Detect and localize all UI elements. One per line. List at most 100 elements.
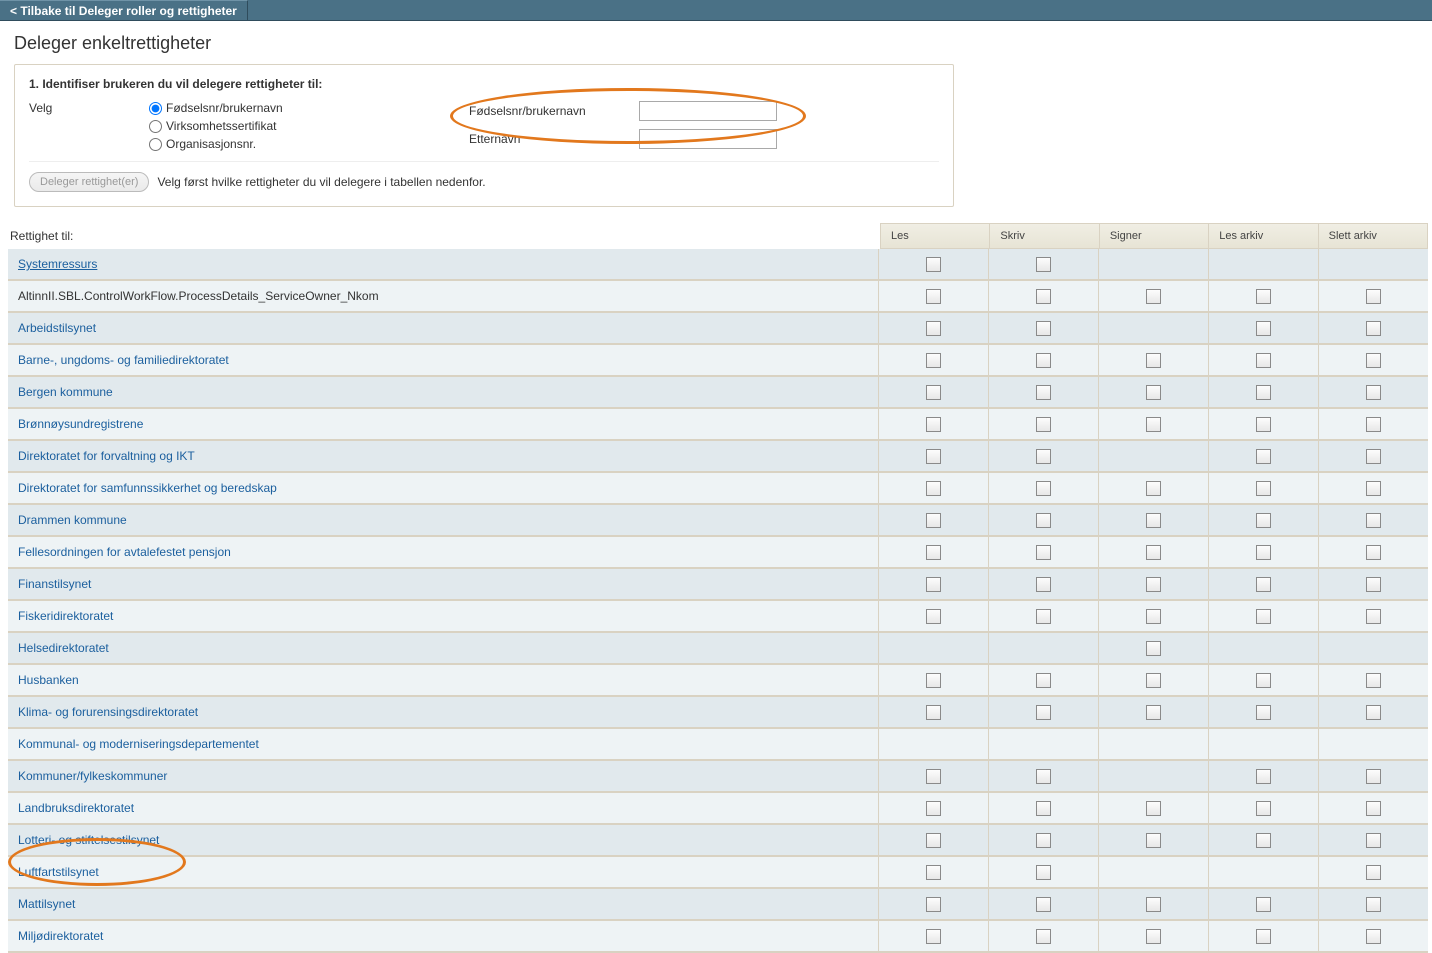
checkbox[interactable] bbox=[926, 577, 941, 592]
checkbox[interactable] bbox=[1036, 577, 1051, 592]
checkbox[interactable] bbox=[1366, 417, 1381, 432]
checkbox[interactable] bbox=[1256, 929, 1271, 944]
checkbox[interactable] bbox=[1146, 641, 1161, 656]
checkbox[interactable] bbox=[1146, 577, 1161, 592]
checkbox[interactable] bbox=[926, 353, 941, 368]
checkbox[interactable] bbox=[1256, 673, 1271, 688]
checkbox[interactable] bbox=[926, 385, 941, 400]
checkbox[interactable] bbox=[1036, 865, 1051, 880]
checkbox[interactable] bbox=[1366, 673, 1381, 688]
row-link[interactable]: Helsedirektoratet bbox=[18, 641, 109, 655]
checkbox[interactable] bbox=[926, 801, 941, 816]
row-link[interactable]: Brønnøysundregistrene bbox=[18, 417, 143, 431]
radio-fnr[interactable]: Fødselsnr/brukernavn bbox=[149, 101, 283, 115]
checkbox[interactable] bbox=[1036, 257, 1051, 272]
checkbox[interactable] bbox=[1256, 385, 1271, 400]
checkbox[interactable] bbox=[1256, 289, 1271, 304]
checkbox[interactable] bbox=[1036, 353, 1051, 368]
checkbox[interactable] bbox=[1036, 897, 1051, 912]
checkbox[interactable] bbox=[926, 609, 941, 624]
checkbox[interactable] bbox=[1146, 353, 1161, 368]
row-link[interactable]: Luftfartstilsynet bbox=[18, 865, 99, 879]
checkbox[interactable] bbox=[1146, 673, 1161, 688]
checkbox[interactable] bbox=[1256, 481, 1271, 496]
checkbox[interactable] bbox=[1146, 705, 1161, 720]
checkbox[interactable] bbox=[1036, 673, 1051, 688]
row-link[interactable]: Direktoratet for samfunnssikkerhet og be… bbox=[18, 481, 277, 495]
checkbox[interactable] bbox=[926, 833, 941, 848]
checkbox[interactable] bbox=[926, 545, 941, 560]
row-link[interactable]: Direktoratet for forvaltning og IKT bbox=[18, 449, 195, 463]
checkbox[interactable] bbox=[1146, 897, 1161, 912]
row-link[interactable]: Fellesordningen for avtalefestet pensjon bbox=[18, 545, 231, 559]
checkbox[interactable] bbox=[1146, 609, 1161, 624]
checkbox[interactable] bbox=[1366, 929, 1381, 944]
checkbox[interactable] bbox=[1256, 769, 1271, 784]
checkbox[interactable] bbox=[926, 673, 941, 688]
checkbox[interactable] bbox=[1366, 289, 1381, 304]
row-link[interactable]: Klima- og forurensingsdirektoratet bbox=[18, 705, 198, 719]
checkbox[interactable] bbox=[926, 897, 941, 912]
checkbox[interactable] bbox=[1366, 545, 1381, 560]
row-link[interactable]: Mattilsynet bbox=[18, 897, 75, 911]
checkbox[interactable] bbox=[1256, 801, 1271, 816]
checkbox[interactable] bbox=[1036, 385, 1051, 400]
checkbox[interactable] bbox=[1036, 449, 1051, 464]
checkbox[interactable] bbox=[1366, 321, 1381, 336]
checkbox[interactable] bbox=[1366, 769, 1381, 784]
checkbox[interactable] bbox=[926, 769, 941, 784]
row-link[interactable]: Barne-, ungdoms- og familiedirektoratet bbox=[18, 353, 229, 367]
row-link[interactable]: Landbruksdirektoratet bbox=[18, 801, 134, 815]
checkbox[interactable] bbox=[1146, 385, 1161, 400]
checkbox[interactable] bbox=[1256, 449, 1271, 464]
checkbox[interactable] bbox=[926, 865, 941, 880]
checkbox[interactable] bbox=[1256, 705, 1271, 720]
checkbox[interactable] bbox=[1036, 929, 1051, 944]
checkbox[interactable] bbox=[1036, 321, 1051, 336]
row-link[interactable]: Finanstilsynet bbox=[18, 577, 91, 591]
checkbox[interactable] bbox=[1146, 289, 1161, 304]
checkbox[interactable] bbox=[1256, 353, 1271, 368]
checkbox[interactable] bbox=[926, 481, 941, 496]
fnr-input[interactable] bbox=[639, 101, 777, 121]
radio-virk[interactable]: Virksomhetssertifikat bbox=[149, 119, 283, 133]
row-link[interactable]: Kommunal- og moderniseringsdepartementet bbox=[18, 737, 259, 751]
row-link[interactable]: Bergen kommune bbox=[18, 385, 113, 399]
checkbox[interactable] bbox=[1256, 321, 1271, 336]
checkbox[interactable] bbox=[1036, 705, 1051, 720]
checkbox[interactable] bbox=[1366, 897, 1381, 912]
lastname-input[interactable] bbox=[639, 129, 777, 149]
checkbox[interactable] bbox=[1256, 577, 1271, 592]
radio-virk-input[interactable] bbox=[149, 120, 162, 133]
checkbox[interactable] bbox=[1256, 609, 1271, 624]
checkbox[interactable] bbox=[1146, 801, 1161, 816]
checkbox[interactable] bbox=[1256, 897, 1271, 912]
checkbox[interactable] bbox=[1366, 801, 1381, 816]
checkbox[interactable] bbox=[926, 321, 941, 336]
row-link[interactable]: Lotteri- og stiftelsestilsynet bbox=[18, 833, 159, 847]
checkbox[interactable] bbox=[1146, 513, 1161, 528]
checkbox[interactable] bbox=[1366, 705, 1381, 720]
checkbox[interactable] bbox=[926, 257, 941, 272]
checkbox[interactable] bbox=[926, 705, 941, 720]
row-link[interactable]: Miljødirektoratet bbox=[18, 929, 103, 943]
checkbox[interactable] bbox=[1146, 545, 1161, 560]
checkbox[interactable] bbox=[1036, 801, 1051, 816]
checkbox[interactable] bbox=[1256, 545, 1271, 560]
checkbox[interactable] bbox=[1036, 289, 1051, 304]
checkbox[interactable] bbox=[926, 513, 941, 528]
checkbox[interactable] bbox=[926, 289, 941, 304]
checkbox[interactable] bbox=[1366, 865, 1381, 880]
radio-fnr-input[interactable] bbox=[149, 102, 162, 115]
checkbox[interactable] bbox=[1146, 833, 1161, 848]
checkbox[interactable] bbox=[1366, 609, 1381, 624]
checkbox[interactable] bbox=[1036, 481, 1051, 496]
checkbox[interactable] bbox=[1036, 417, 1051, 432]
checkbox[interactable] bbox=[1366, 577, 1381, 592]
back-link[interactable]: < Tilbake til Deleger roller og rettighe… bbox=[0, 0, 248, 20]
checkbox[interactable] bbox=[1036, 769, 1051, 784]
checkbox[interactable] bbox=[1146, 481, 1161, 496]
row-link[interactable]: Husbanken bbox=[18, 673, 79, 687]
checkbox[interactable] bbox=[926, 449, 941, 464]
checkbox[interactable] bbox=[1366, 385, 1381, 400]
